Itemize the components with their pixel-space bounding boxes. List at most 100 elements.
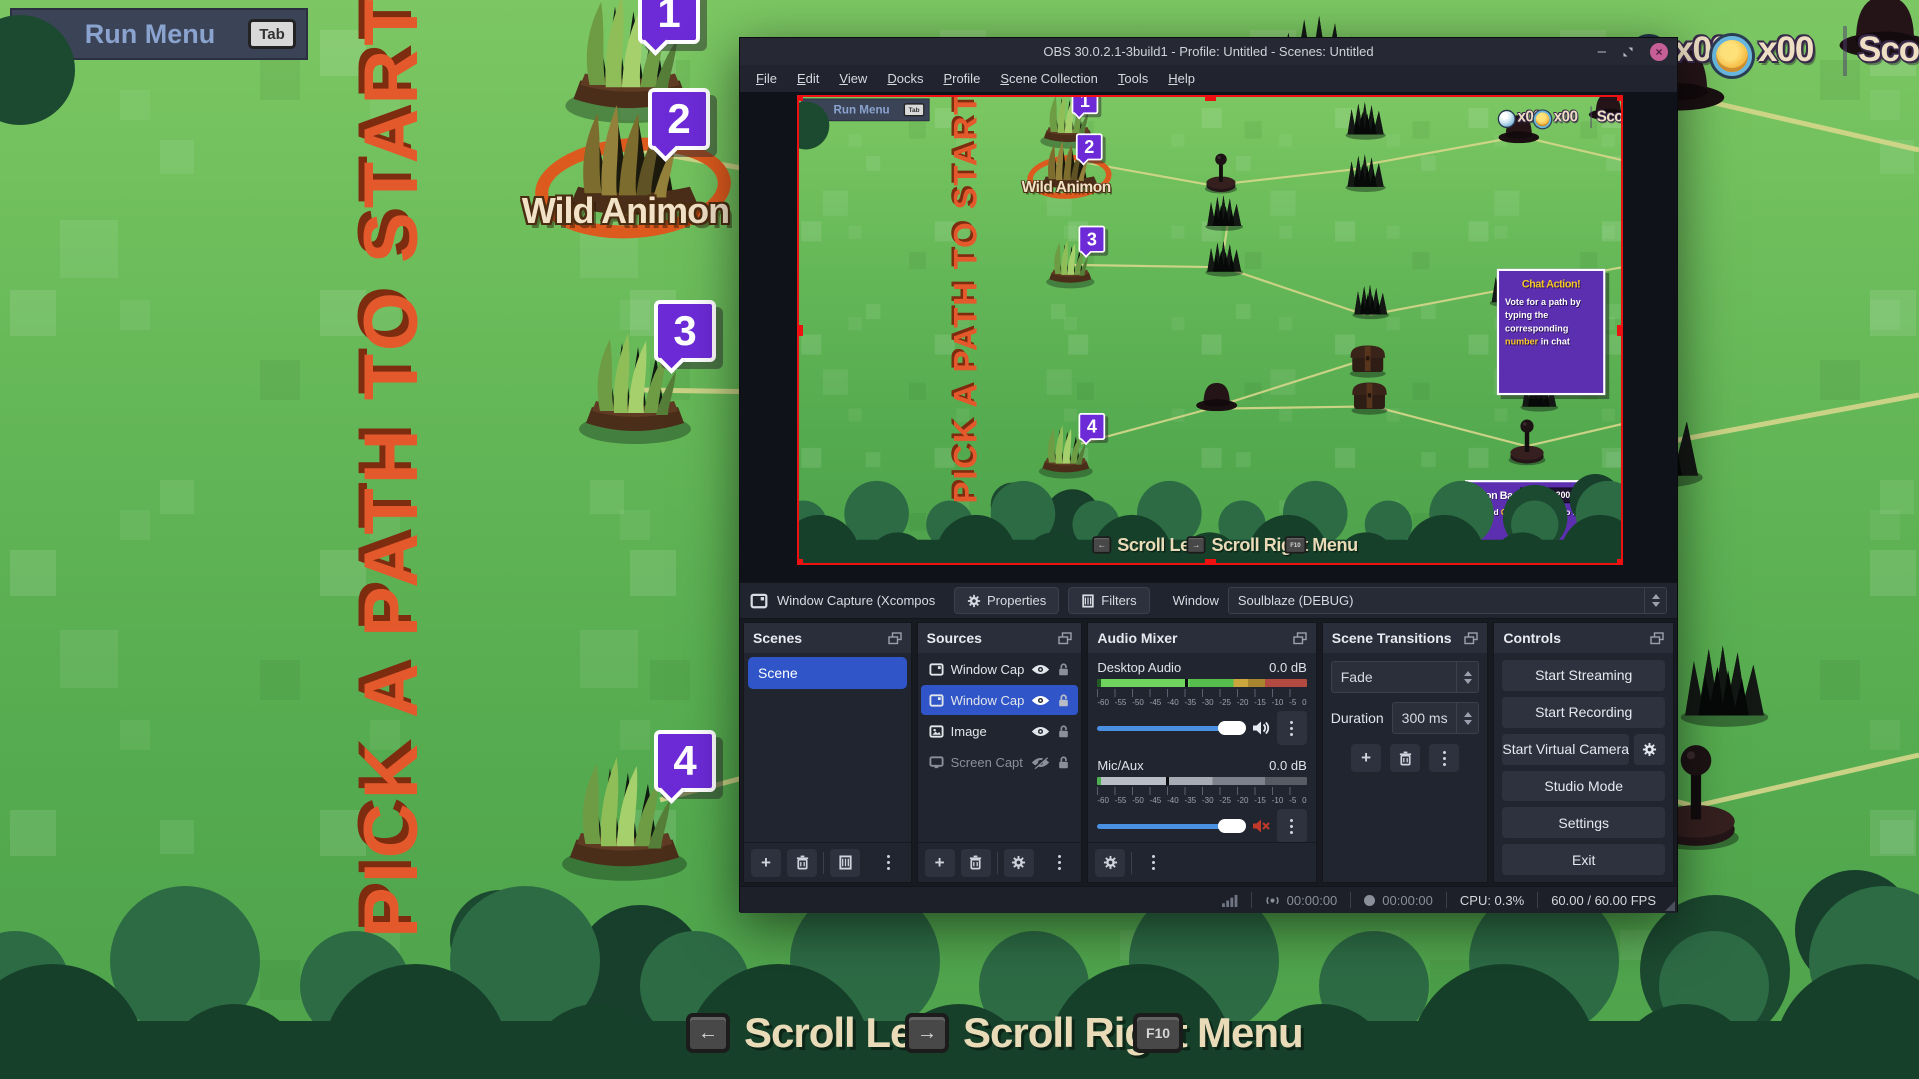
scene-list-item[interactable]: Scene xyxy=(748,657,907,689)
source-row[interactable]: Image xyxy=(921,716,1079,746)
remove-source-button[interactable] xyxy=(960,848,991,877)
menu-edit[interactable]: Edit xyxy=(787,67,829,90)
menu-scene-collection[interactable]: Scene Collection xyxy=(990,67,1108,90)
lock-icon[interactable] xyxy=(1057,693,1070,708)
popout-icon[interactable] xyxy=(888,632,902,645)
start-recording-button[interactable]: Start Recording xyxy=(1502,696,1665,728)
meter-ruler xyxy=(1097,787,1307,795)
filter-icon xyxy=(1081,594,1095,608)
menu-control[interactable]: F10 Menu xyxy=(1133,1009,1304,1057)
minimize-button[interactable]: – xyxy=(1598,44,1606,59)
source-row-hidden[interactable]: Screen Capt xyxy=(921,747,1079,777)
lock-icon[interactable] xyxy=(1057,662,1070,677)
add-scene-button[interactable]: + xyxy=(751,848,781,877)
scroll-left-control[interactable]: ← Scroll Left xyxy=(686,1009,939,1057)
resize-handle[interactable] xyxy=(797,95,803,101)
scenes-title: Scenes xyxy=(753,630,803,646)
connection-status xyxy=(1208,894,1251,907)
menu-help[interactable]: Help xyxy=(1158,67,1205,90)
resize-handle[interactable] xyxy=(1205,95,1216,101)
window-capture-icon xyxy=(929,693,944,708)
scenes-dock-header: Scenes xyxy=(744,623,911,653)
filters-button[interactable]: Filters xyxy=(1068,587,1150,614)
menu-docks[interactable]: Docks xyxy=(877,67,933,90)
scroll-left-control[interactable]: ← Scroll Left xyxy=(1092,535,1201,556)
window-select[interactable]: Soulblaze (DEBUG) xyxy=(1227,587,1667,614)
channel-menu-button[interactable] xyxy=(1276,809,1307,842)
speaker-icon[interactable] xyxy=(1252,720,1270,736)
properties-button[interactable]: Properties xyxy=(954,587,1060,614)
source-label: Window Cap xyxy=(950,661,1025,677)
captured-source-preview[interactable]: 1 2 Wild Animon 3 4 PICK A PATH TO START… xyxy=(797,95,1623,565)
virtual-camera-settings-button[interactable] xyxy=(1634,733,1665,765)
source-properties-button[interactable] xyxy=(1003,848,1034,877)
settings-button[interactable]: Settings xyxy=(1502,807,1665,839)
studio-mode-button[interactable]: Studio Mode xyxy=(1502,770,1665,802)
visibility-eye-icon[interactable] xyxy=(1031,663,1050,676)
resize-handle[interactable] xyxy=(797,559,803,565)
creature-chest xyxy=(1347,339,1388,378)
chat-action-title: Chat Action! xyxy=(1521,277,1581,291)
f10-keycap: F10 xyxy=(1133,1013,1183,1053)
bush-blob xyxy=(1795,870,1915,990)
sources-menu-button[interactable] xyxy=(1044,849,1074,877)
transition-select[interactable]: Fade xyxy=(1330,661,1480,693)
menu-file[interactable]: File xyxy=(746,67,787,90)
resize-handle[interactable] xyxy=(797,325,803,336)
resize-handle[interactable] xyxy=(1617,559,1623,565)
remove-transition-button[interactable] xyxy=(1390,744,1421,772)
window-property-label: Window xyxy=(1172,593,1219,608)
visibility-eye-off-icon[interactable] xyxy=(1031,756,1050,769)
stream-time: 00:00:00 xyxy=(1286,892,1338,908)
wild-animon-label: Wild Animon xyxy=(521,190,730,231)
volume-slider[interactable] xyxy=(1097,818,1247,833)
lock-icon[interactable] xyxy=(1057,755,1070,770)
add-transition-button[interactable]: + xyxy=(1351,744,1382,772)
visibility-eye-icon[interactable] xyxy=(1031,694,1050,707)
cpu-usage: CPU: 0.3% xyxy=(1447,893,1537,908)
resize-handle[interactable] xyxy=(1205,559,1216,565)
resize-handle[interactable] xyxy=(1617,325,1623,336)
volume-slider-handle[interactable] xyxy=(1218,818,1247,833)
mixer-menu-button[interactable] xyxy=(1138,849,1168,877)
menu-control[interactable]: F10 Menu xyxy=(1284,535,1358,556)
duration-label: Duration xyxy=(1330,710,1384,726)
transition-menu-button[interactable] xyxy=(1429,744,1460,772)
advanced-audio-button[interactable] xyxy=(1095,848,1126,877)
popout-icon[interactable] xyxy=(1650,632,1664,645)
menu-tools[interactable]: Tools xyxy=(1108,67,1158,90)
speaker-muted-icon[interactable] xyxy=(1252,818,1270,834)
duration-value: 300 ms xyxy=(1401,710,1448,726)
close-button[interactable]: × xyxy=(1650,42,1668,61)
obs-titlebar[interactable]: OBS 30.0.2.1-3build1 - Profile: Untitled… xyxy=(740,38,1677,65)
popout-icon[interactable] xyxy=(1293,632,1307,645)
transitions-title: Scene Transitions xyxy=(1331,630,1452,646)
popout-icon[interactable] xyxy=(1058,632,1072,645)
popout-icon[interactable] xyxy=(1464,632,1478,645)
channel-menu-button[interactable] xyxy=(1276,711,1307,745)
window-resize-grip[interactable] xyxy=(1665,901,1675,911)
filters-label: Filters xyxy=(1101,593,1137,608)
source-row-selected[interactable]: Window Cap xyxy=(920,685,1079,715)
add-source-button[interactable]: + xyxy=(924,848,955,877)
scene-filters-button[interactable] xyxy=(830,848,860,877)
start-virtual-camera-button[interactable]: Start Virtual Camera xyxy=(1502,733,1629,765)
visibility-eye-icon[interactable] xyxy=(1031,725,1050,738)
volume-slider-handle[interactable] xyxy=(1218,720,1247,735)
lock-icon[interactable] xyxy=(1057,724,1070,739)
obs-menubar: File Edit View Docks Profile Scene Colle… xyxy=(740,65,1677,92)
resize-handle[interactable] xyxy=(1617,95,1623,101)
menu-view[interactable]: View xyxy=(829,67,877,90)
exit-button[interactable]: Exit xyxy=(1502,844,1665,875)
obs-preview-area[interactable]: 1 2 Wild Animon 3 4 PICK A PATH TO START… xyxy=(740,92,1677,582)
restore-button[interactable] xyxy=(1622,46,1634,58)
right-arrow-keycap: → xyxy=(905,1013,949,1053)
source-row[interactable]: Window Cap xyxy=(921,654,1079,684)
remove-scene-button[interactable] xyxy=(787,848,817,877)
scenes-menu-button[interactable] xyxy=(874,849,904,877)
volume-slider[interactable] xyxy=(1097,720,1247,735)
start-streaming-button[interactable]: Start Streaming xyxy=(1502,660,1665,691)
duration-spinbox[interactable]: 300 ms xyxy=(1391,702,1480,734)
volume-meter xyxy=(1097,679,1307,687)
menu-profile[interactable]: Profile xyxy=(933,67,990,90)
